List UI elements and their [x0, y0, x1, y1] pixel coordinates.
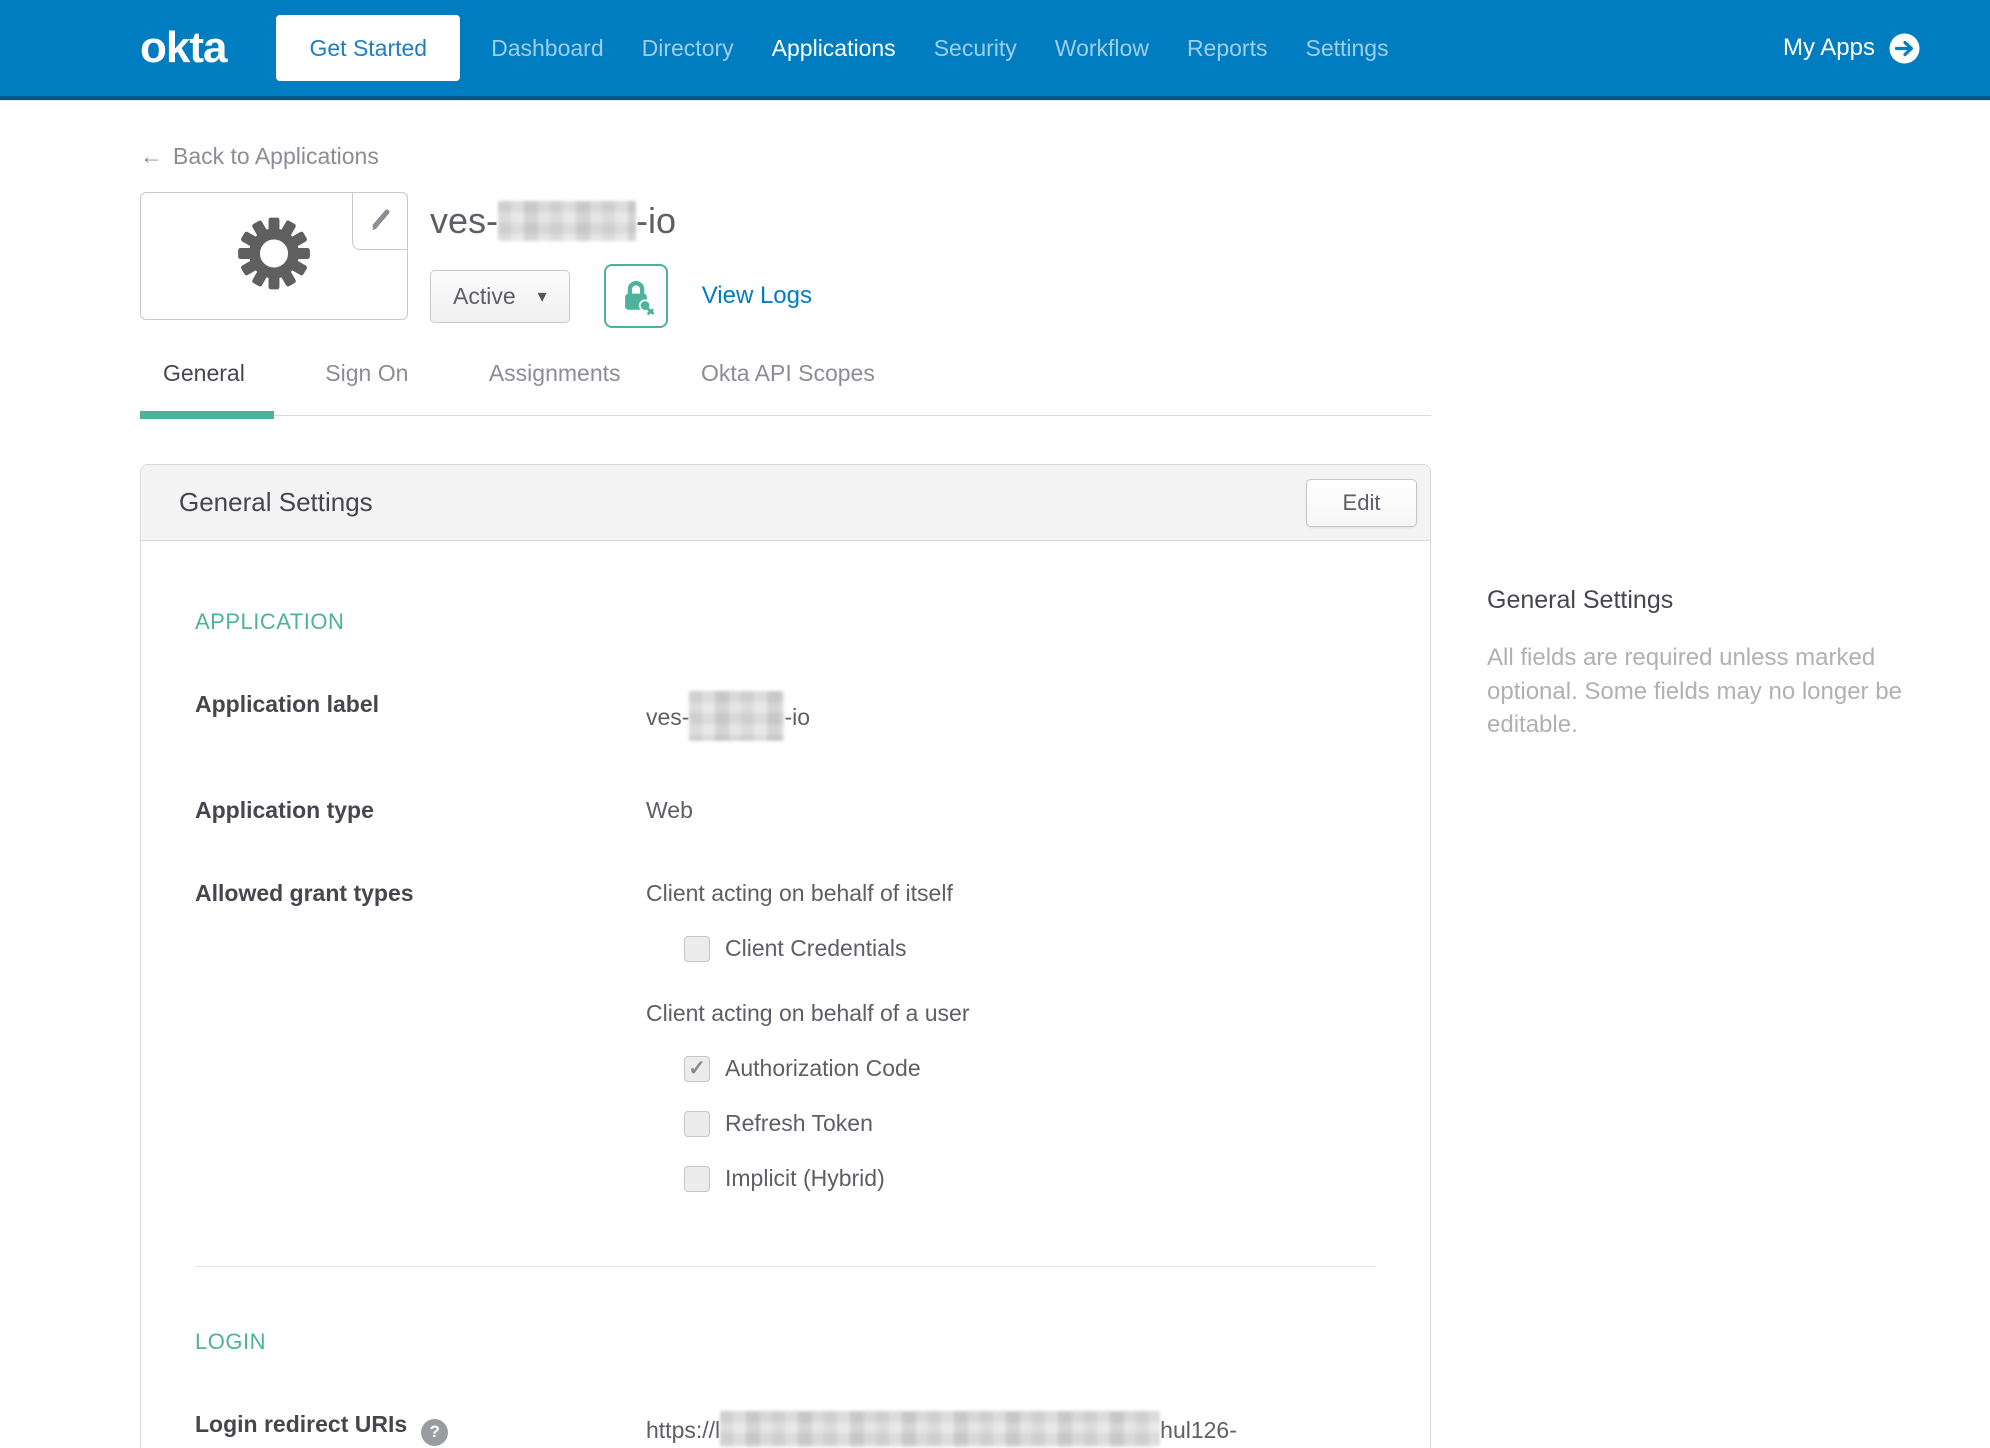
field-label: Login redirect URIs? — [195, 1411, 646, 1446]
edit-button[interactable]: Edit — [1306, 478, 1417, 527]
status-dropdown[interactable]: Active ▾ — [430, 269, 570, 323]
redacted-app-name — [498, 201, 637, 241]
top-nav: okta Get Started Dashboard Directory App… — [0, 0, 1990, 100]
view-logs-link[interactable]: View Logs — [702, 282, 812, 310]
chevron-down-icon: ▾ — [537, 285, 547, 306]
app-controls: Active ▾ View Logs — [430, 264, 812, 328]
gear-icon — [235, 215, 313, 298]
back-link-label: Back to Applications — [173, 143, 379, 169]
general-settings-panel: General Settings Edit APPLICATION Applic… — [140, 464, 1431, 1448]
back-to-applications-link[interactable]: ← Back to Applications — [140, 143, 379, 170]
option-refresh-token: Refresh Token — [684, 1110, 1376, 1137]
section-divider — [195, 1266, 1376, 1267]
help-sidebar-body: All fields are required unless marked op… — [1487, 644, 1902, 739]
checkbox-client-credentials[interactable] — [684, 935, 710, 962]
option-label: Authorization Code — [725, 1055, 921, 1081]
my-apps-link[interactable]: My Apps — [1783, 33, 1920, 64]
field-label: Allowed grant types — [195, 880, 414, 906]
check-icon: ✓ — [688, 1057, 706, 1080]
nav-reports[interactable]: Reports — [1187, 35, 1268, 62]
option-authorization-code: ✓ Authorization Code — [684, 1055, 1376, 1082]
option-client-credentials: Client Credentials — [684, 935, 1376, 962]
nav-get-started[interactable]: Get Started — [276, 15, 461, 81]
active-tab-indicator — [140, 411, 274, 419]
option-label: Implicit (Hybrid) — [725, 1165, 885, 1191]
app-logo-box — [140, 192, 408, 320]
app-tabs: General Sign On Assignments Okta API Sco… — [140, 360, 1431, 419]
lock-key-button[interactable] — [603, 264, 668, 328]
field-value: Web — [646, 797, 693, 823]
lock-key-icon — [617, 277, 655, 315]
option-implicit-hybrid: Implicit (Hybrid) — [684, 1165, 1376, 1192]
field-allowed-grant-types: Allowed grant types Client acting on beh… — [195, 880, 1376, 1192]
help-sidebar-heading: General Settings — [1487, 586, 1674, 614]
nav-settings[interactable]: Settings — [1305, 35, 1388, 62]
grant-types-value: Client acting on behalf of itself Client… — [646, 880, 1376, 1192]
nav-security[interactable]: Security — [934, 35, 1017, 62]
nav-dashboard[interactable]: Dashboard — [491, 35, 604, 62]
field-application-type: Application type Web — [195, 797, 1376, 824]
panel-title: General Settings — [179, 487, 373, 517]
tab-general[interactable]: General — [163, 360, 245, 415]
checkbox-refresh-token[interactable] — [684, 1110, 710, 1137]
field-value: https://l hul126- — [646, 1411, 1376, 1447]
option-label: Refresh Token — [725, 1110, 873, 1136]
login-section-heading: LOGIN — [195, 1329, 266, 1354]
nav-workflow[interactable]: Workflow — [1055, 35, 1149, 62]
nav-directory[interactable]: Directory — [642, 35, 734, 62]
checkbox-authorization-code[interactable]: ✓ — [684, 1055, 710, 1082]
nav-applications[interactable]: Applications — [772, 35, 896, 62]
back-arrow-icon: ← — [140, 143, 163, 169]
okta-logo[interactable]: okta — [140, 23, 227, 73]
main-nav: Dashboard Directory Applications Securit… — [472, 35, 1407, 62]
option-label: Client Credentials — [725, 935, 907, 961]
tab-assignments[interactable]: Assignments — [489, 360, 621, 415]
field-login-redirect-uris: Login redirect URIs? https://l hul126- — [195, 1411, 1376, 1447]
application-section-heading: APPLICATION — [195, 609, 345, 634]
field-value: ves- -io — [646, 691, 1376, 741]
pencil-icon — [365, 206, 395, 236]
grant-group-heading-itself: Client acting on behalf of itself — [646, 880, 953, 906]
redacted-redirect-uri — [720, 1411, 1161, 1447]
help-icon[interactable]: ? — [421, 1418, 449, 1446]
tab-sign-on[interactable]: Sign On — [325, 360, 408, 415]
checkbox-implicit-hybrid[interactable] — [684, 1165, 710, 1192]
help-sidebar: General Settings All fields are required… — [1487, 586, 1917, 742]
my-apps-label: My Apps — [1782, 34, 1875, 61]
tab-okta-api-scopes[interactable]: Okta API Scopes — [701, 360, 875, 415]
status-label: Active — [453, 282, 516, 309]
app-header: ves- -io Active ▾ View Logs — [140, 192, 1990, 328]
edit-logo-button[interactable] — [352, 192, 408, 250]
panel-header: General Settings Edit — [141, 465, 1430, 541]
field-application-label: Application label ves- -io — [195, 691, 1376, 741]
field-label: Application label — [195, 691, 380, 717]
redacted-app-label — [689, 691, 785, 741]
panel-body: APPLICATION Application label ves- -io Ap… — [141, 541, 1430, 1448]
grant-group-heading-user: Client acting on behalf of a user — [646, 1000, 970, 1026]
field-label: Application type — [195, 797, 374, 823]
app-title: ves- -io — [430, 200, 677, 241]
page-body: ← Back to Applications ves- -io Active ▾… — [0, 100, 1990, 1448]
my-apps-arrow-icon — [1889, 33, 1920, 64]
